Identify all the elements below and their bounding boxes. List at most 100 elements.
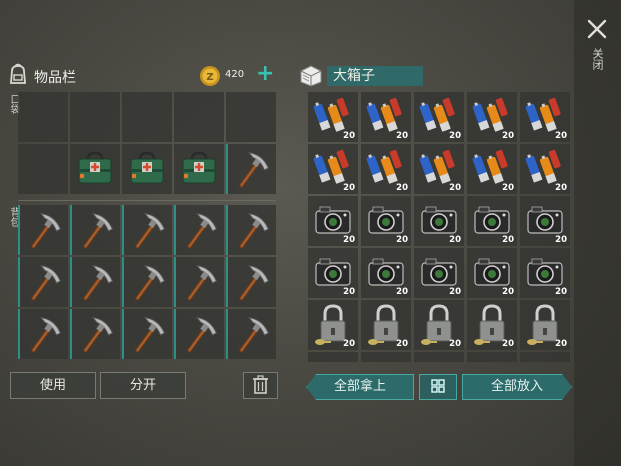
pickaxe-icon (176, 205, 224, 255)
backpack-slot[interactable] (70, 205, 120, 255)
pocket-slot[interactable] (122, 144, 172, 194)
trash-button[interactable] (243, 372, 278, 399)
chest-slot[interactable]: 20 (361, 300, 411, 350)
chest-slot[interactable]: 20 (414, 300, 464, 350)
item-count: 20 (343, 235, 355, 245)
backpack-slot[interactable] (70, 309, 120, 359)
backpack-slot[interactable] (18, 309, 68, 359)
backpack-slot[interactable] (226, 205, 276, 255)
add-coins-button[interactable]: + (256, 63, 274, 86)
item-count: 20 (449, 287, 461, 297)
chest-slot[interactable]: 20 (308, 248, 358, 298)
pickaxe-icon (176, 309, 224, 359)
pickaxe-icon (72, 257, 120, 307)
chest-slot[interactable]: 20 (520, 300, 570, 350)
chest-slot[interactable]: 20 (308, 300, 358, 350)
item-count: 20 (396, 131, 408, 141)
item-count: 20 (502, 339, 514, 349)
pocket-slot[interactable] (174, 92, 224, 142)
chest-slot[interactable]: 20 (308, 144, 358, 194)
item-count: 20 (343, 287, 355, 297)
chest-slot[interactable]: 20 (520, 92, 570, 142)
pickaxe-icon (20, 205, 68, 255)
pocket-slot[interactable] (70, 92, 120, 142)
chest-slot[interactable]: 20 (414, 196, 464, 246)
pocket-slot[interactable] (122, 92, 172, 142)
chest-slot[interactable]: 20 (361, 144, 411, 194)
pickaxe-icon (228, 144, 276, 194)
pickaxe-icon (72, 205, 120, 255)
chest-slot[interactable]: 20 (361, 248, 411, 298)
pickaxe-icon (20, 257, 68, 307)
medkit-icon (122, 144, 172, 194)
close-label: 关闭 (591, 48, 604, 70)
backpack-slot[interactable] (70, 257, 120, 307)
backpack-slot[interactable] (122, 257, 172, 307)
item-count: 20 (449, 339, 461, 349)
backpack-slot[interactable] (122, 309, 172, 359)
chest-slot[interactable]: 20 (520, 196, 570, 246)
pocket-slot[interactable] (18, 144, 68, 194)
chest-slot-partial[interactable] (467, 352, 517, 362)
chest-slot[interactable]: 20 (467, 144, 517, 194)
chest-slot[interactable]: 20 (308, 196, 358, 246)
pocket-slot[interactable] (226, 144, 276, 194)
backpack-slot[interactable] (122, 205, 172, 255)
chest-slot[interactable]: 20 (467, 300, 517, 350)
chest-slot[interactable]: 20 (467, 92, 517, 142)
chest-slot[interactable]: 20 (361, 92, 411, 142)
chest-slot-partial[interactable] (361, 352, 411, 362)
item-count: 20 (396, 339, 408, 349)
item-count: 20 (449, 183, 461, 193)
pickaxe-icon (124, 257, 172, 307)
inventory-title: 物品栏 (34, 70, 76, 86)
chest-slot[interactable]: 20 (520, 144, 570, 194)
chest-slot[interactable]: 20 (467, 248, 517, 298)
chest-slot[interactable]: 20 (308, 92, 358, 142)
pickaxe-icon (124, 205, 172, 255)
take-all-button[interactable]: 全部拿上 (306, 374, 414, 400)
chest-title: 大箱子 (327, 66, 423, 86)
item-count: 20 (343, 183, 355, 193)
chest-slot[interactable]: 20 (520, 248, 570, 298)
chest-slot[interactable]: 20 (414, 92, 464, 142)
backpack-slot[interactable] (226, 309, 276, 359)
item-count: 20 (343, 339, 355, 349)
pickaxe-icon (228, 205, 276, 255)
backpack-slot[interactable] (174, 309, 224, 359)
backpack-grid (18, 205, 276, 359)
pocket-slot[interactable] (18, 92, 68, 142)
backpack-slot[interactable] (226, 257, 276, 307)
pocket-slot[interactable] (226, 92, 276, 142)
pocket-grid (18, 92, 276, 194)
divider (18, 200, 276, 201)
pocket-slot[interactable] (70, 144, 120, 194)
put-all-button[interactable]: 全部放入 (462, 374, 572, 400)
trash-icon (253, 375, 268, 394)
svg-text:Z: Z (206, 72, 213, 83)
chest-slot-partial[interactable] (308, 352, 358, 362)
split-button[interactable]: 分开 (100, 372, 186, 399)
pickaxe-icon (228, 257, 276, 307)
item-count: 20 (343, 131, 355, 141)
item-count: 20 (555, 183, 567, 193)
backpack-slot[interactable] (174, 257, 224, 307)
chest-slot[interactable]: 20 (467, 196, 517, 246)
chest-slot[interactable]: 20 (361, 196, 411, 246)
pickaxe-icon (176, 257, 224, 307)
sort-button[interactable] (419, 374, 457, 400)
use-button[interactable]: 使用 (10, 372, 96, 399)
chest-slot-partial[interactable] (520, 352, 570, 362)
backpack-slot[interactable] (18, 257, 68, 307)
item-count: 20 (502, 131, 514, 141)
close-button[interactable] (584, 16, 610, 42)
item-count: 20 (555, 339, 567, 349)
chest-slot[interactable]: 20 (414, 144, 464, 194)
chest-slot-partial[interactable] (414, 352, 464, 362)
medkit-icon (70, 144, 120, 194)
pocket-slot[interactable] (174, 144, 224, 194)
backpack-slot[interactable] (18, 205, 68, 255)
backpack-slot[interactable] (174, 205, 224, 255)
chest-slot[interactable]: 20 (414, 248, 464, 298)
item-count: 20 (555, 131, 567, 141)
